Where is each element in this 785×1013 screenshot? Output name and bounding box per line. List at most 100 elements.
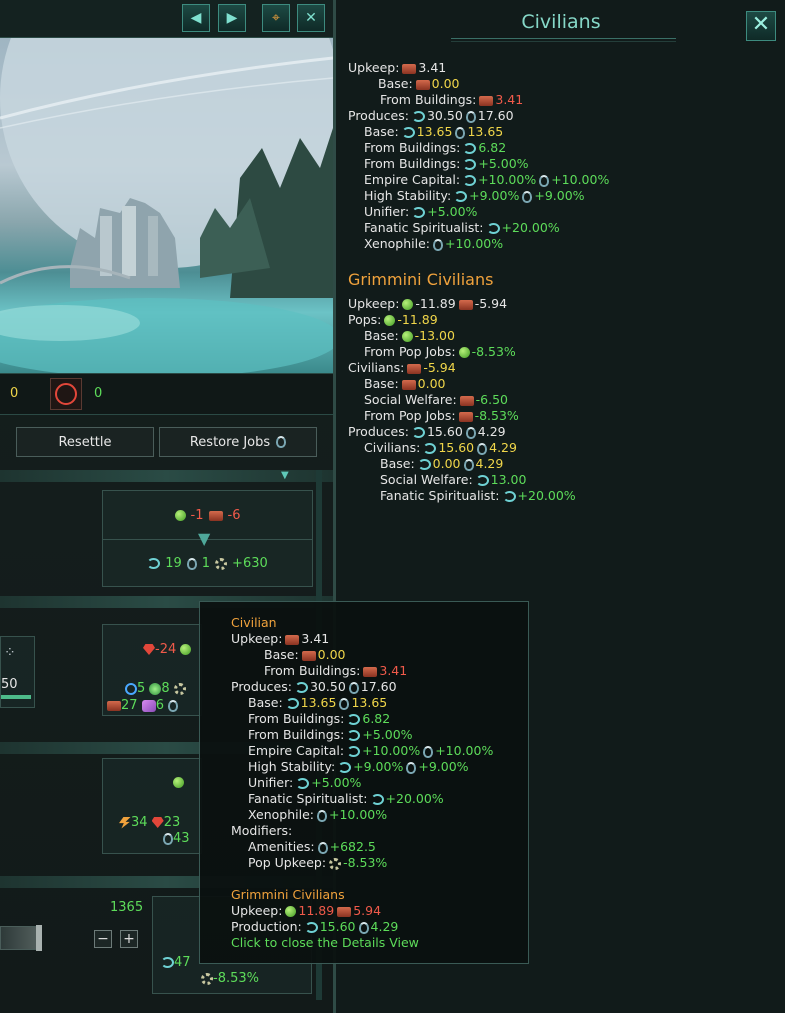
pfb1-label-text: From Buildings:: [248, 711, 345, 726]
close-details-button[interactable]: ✕: [746, 11, 776, 41]
fb-text: 3.41: [379, 663, 408, 678]
grim-civ-base-line: Base: 0.00: [364, 376, 446, 392]
prod-a-text: 17.60: [360, 679, 397, 694]
rare-crystal-icon: [141, 699, 156, 712]
collapse-arrow-icon[interactable]: ▼: [281, 470, 289, 481]
grim-upkeep-line: Upkeep: -11.89 -5.94: [348, 296, 507, 312]
card4-unity-value: 47: [174, 955, 191, 970]
p-fb2-label-text: From Buildings:: [364, 156, 461, 171]
pb-label-text: Base:: [248, 695, 283, 710]
unity-icon: [294, 682, 308, 693]
p-fs-text: +20.00%: [501, 220, 560, 235]
p-xe-label-text: Xenophile:: [364, 236, 430, 251]
stability-icon: [215, 557, 228, 570]
base-label-text: Base:: [378, 76, 413, 91]
pxe-text: +10.00%: [328, 807, 388, 822]
side-resource-card[interactable]: ⁘ 50: [0, 636, 35, 708]
tt-fb-line: From Buildings: 3.41: [264, 663, 407, 679]
card4-pct-value: -8.53%: [213, 971, 259, 986]
slider-handle[interactable]: [36, 925, 42, 951]
down-arrow-icon: ▼: [198, 529, 211, 548]
pcb-u-text: 0.00: [432, 456, 461, 471]
grim-pc-welfare-line: Social Welfare: 13.00: [380, 472, 526, 488]
card1-cg-value: -6: [227, 508, 241, 523]
job-card-3[interactable]: 34 23 43: [102, 758, 202, 854]
grim-civ-jobs-line: From Pop Jobs: -8.53%: [364, 408, 519, 424]
unity-icon: [304, 922, 318, 933]
tt-upkeep-line: Upkeep: 3.41: [231, 631, 329, 647]
civ-label-text: Civilians:: [348, 360, 405, 375]
consumer-goods-icon: [458, 411, 473, 422]
p-uni-label-text: Unifier:: [364, 204, 410, 219]
tt-grim-upkeep-line: Upkeep: 11.89 5.94: [231, 903, 381, 919]
prod-u-text: 15.60: [426, 424, 463, 439]
resettle-button[interactable]: Resettle: [16, 427, 154, 457]
produces-label-text: Produces:: [348, 424, 409, 439]
card3-eng-value: 34: [131, 815, 148, 830]
planet-surface-image: [0, 38, 333, 373]
focus-camera-button[interactable]: ⌖: [262, 4, 290, 32]
consumer-goods-icon: [363, 666, 378, 677]
upkeep-label-text: Upkeep:: [348, 296, 400, 311]
card2-gem-value: -24: [155, 642, 177, 657]
upkeep-text: 3.41: [301, 631, 330, 646]
p-emp-a-text: +10.00%: [551, 172, 610, 187]
chevron-left-icon: ◀: [190, 10, 202, 26]
unity-icon: [454, 191, 468, 202]
tt-empire-line: Empire Capital: +10.00% +10.00%: [248, 743, 493, 759]
civ-jobs-text: -8.53%: [474, 408, 519, 423]
produces-label-text: Produces:: [348, 108, 409, 123]
no-purge-button[interactable]: [50, 378, 82, 410]
amount-slider[interactable]: [0, 925, 42, 951]
g-prod-u-text: 15.60: [319, 919, 356, 934]
prod-a-text: 4.29: [477, 424, 506, 439]
job-card-1[interactable]: -1 -6 ▼ 19 1 +630: [102, 490, 313, 587]
pcb-label-text: Base:: [380, 456, 415, 471]
unity-icon: [412, 207, 426, 218]
grim-produces-line: Produces: 15.60 4.29: [348, 424, 506, 440]
amenities-icon: [539, 174, 550, 187]
food-icon: [180, 644, 192, 655]
phs-label-text: High Stability:: [248, 759, 336, 774]
base-text: 0.00: [317, 647, 346, 662]
pb-a-text: 13.65: [351, 695, 388, 710]
tt-grim-production-line: Production: 15.60 4.29: [231, 919, 398, 935]
p-fb2-text: +5.00%: [478, 156, 529, 171]
gear-icon: [329, 857, 342, 870]
pec-a-text: +10.00%: [435, 743, 494, 758]
increment-button[interactable]: +: [120, 930, 138, 948]
p-fb1-text: 6.82: [478, 140, 507, 155]
civ-p-stability-line: High Stability: +9.00% +9.00%: [364, 188, 585, 204]
pfb2-label-text: From Buildings:: [248, 727, 345, 742]
restore-jobs-button[interactable]: Restore Jobs: [159, 427, 317, 457]
amenities-icon: [463, 458, 474, 471]
grim-pops-line: Pops: -11.89: [348, 312, 438, 328]
food-icon: [173, 777, 184, 788]
tt-grimmini-title: Grimmini Civilians: [231, 887, 345, 902]
decrement-button[interactable]: −: [94, 930, 112, 948]
p-fb1-label-text: From Buildings:: [364, 140, 461, 155]
job-card-3-row2: 43: [163, 831, 190, 846]
tt-close-hint[interactable]: Click to close the Details View: [231, 935, 419, 951]
previous-arrow-button[interactable]: ◀: [182, 4, 210, 32]
civ-jobs-label-text: From Pop Jobs:: [364, 408, 456, 423]
job-card-2[interactable]: -24 5 8 27 6: [102, 624, 202, 716]
amenities-icon: [432, 238, 443, 251]
food-icon: [458, 347, 470, 358]
chevron-right-icon: ▶: [226, 10, 238, 26]
g-up-cg-text: 5.94: [353, 903, 382, 918]
up-cg-text: -5.94: [474, 296, 508, 311]
unity-icon: [463, 159, 477, 170]
phs-a-text: +9.00%: [418, 759, 469, 774]
prod-u-text: 30.50: [309, 679, 346, 694]
civ-from-buildings-line: From Buildings: 3.41: [380, 92, 523, 108]
p-emp-label-text: Empire Capital:: [364, 172, 461, 187]
close-planet-view-button[interactable]: ✕: [297, 4, 325, 32]
next-arrow-button[interactable]: ▶: [218, 4, 246, 32]
food-icon: [285, 906, 297, 917]
pxe-label-text: Xenophile:: [248, 807, 314, 822]
tt-pop-upkeep-line: Pop Upkeep: -8.53%: [248, 855, 387, 871]
unity-icon: [463, 175, 477, 186]
amenities-icon: [358, 921, 369, 934]
civilian-tooltip[interactable]: Civilian Upkeep: 3.41 Base: 0.00 From Buil…: [199, 601, 529, 964]
